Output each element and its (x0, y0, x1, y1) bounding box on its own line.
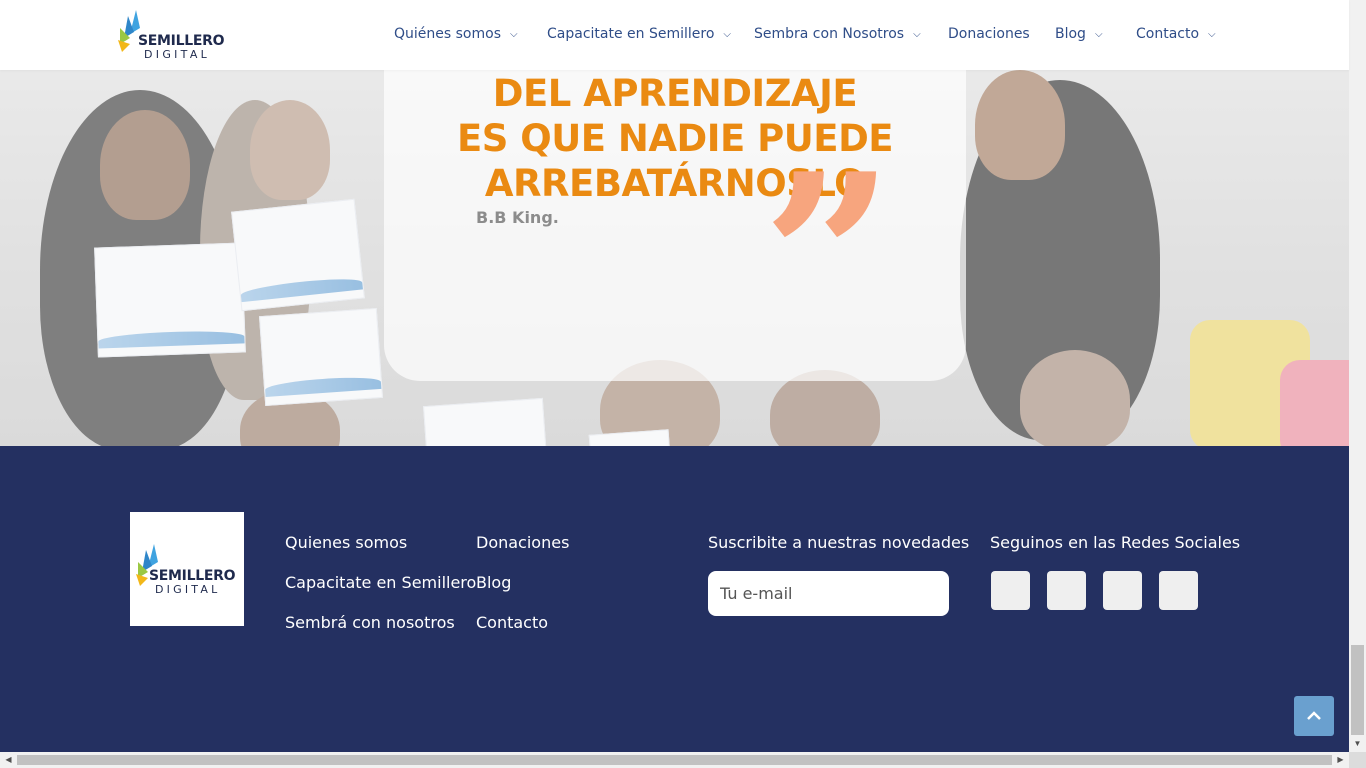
quote-card: DEL APRENDIZAJE ES QUE NADIE PUEDE ARREB… (384, 70, 966, 381)
social-icon-3[interactable] (1103, 571, 1142, 610)
footer-link-sembra[interactable]: Sembrá con nosotros (285, 613, 455, 632)
email-field[interactable] (708, 571, 949, 616)
nav-item-capacitate[interactable]: Capacitate en Semillero ⌵ (547, 24, 731, 44)
nav-label: Quiénes somos (394, 26, 501, 42)
hero-section: DEL APRENDIZAJE ES QUE NADIE PUEDE ARREB… (0, 70, 1349, 446)
nav-item-quienes-somos[interactable]: Quiénes somos ⌵ (394, 24, 518, 44)
footer-link-contacto[interactable]: Contacto (476, 613, 548, 632)
nav-label: Blog (1055, 26, 1086, 42)
social-icon-4[interactable] (1159, 571, 1198, 610)
logo-subtitle: DIGITAL (144, 48, 211, 61)
nav-label: Capacitate en Semillero (547, 26, 715, 42)
site-footer: SEMILLERO DIGITAL Quienes somos Capacita… (0, 446, 1349, 752)
footer-link-donaciones[interactable]: Donaciones (476, 533, 569, 552)
chevron-down-icon: ⌵ (509, 28, 518, 40)
subscribe-heading: Suscribite a nuestras novedades (708, 533, 970, 552)
footer-logo[interactable]: SEMILLERO DIGITAL (130, 512, 244, 626)
footer-link-blog[interactable]: Blog (476, 573, 511, 592)
scroll-to-top-button[interactable] (1294, 696, 1334, 736)
nav-label: Sembra con Nosotros (754, 26, 905, 42)
semillero-logo[interactable]: SEMILLERO DIGITAL (116, 6, 226, 62)
quote-line-1: DEL APRENDIZAJE (492, 72, 858, 115)
nav-label: Donaciones (948, 26, 1030, 42)
horizontal-scrollbar-thumb[interactable] (17, 755, 1332, 765)
vertical-scrollbar-thumb[interactable] (1351, 645, 1364, 735)
chevron-down-icon: ⌵ (723, 28, 731, 40)
nav-item-sembra[interactable]: Sembra con Nosotros ⌵ (754, 24, 921, 44)
nav-item-donaciones[interactable]: Donaciones (948, 24, 1030, 44)
nav-item-contacto[interactable]: Contacto ⌵ (1136, 24, 1216, 44)
vertical-scrollbar[interactable] (1349, 0, 1366, 752)
social-heading: Seguinos en las Redes Sociales (990, 533, 1241, 552)
chevron-down-icon: ⌵ (1208, 28, 1216, 40)
scroll-left-arrow-icon[interactable]: ◀ (0, 752, 17, 768)
nav-label: Contacto (1136, 26, 1200, 42)
social-icon-2[interactable] (1047, 571, 1086, 610)
quote-mark-icon: ” (762, 124, 895, 394)
footer-logo-title: SEMILLERO (149, 568, 236, 584)
scroll-right-arrow-icon[interactable]: ▶ (1332, 752, 1349, 768)
chevron-down-icon: ⌵ (1094, 28, 1103, 40)
footer-link-quienes-somos[interactable]: Quienes somos (285, 533, 407, 552)
scroll-down-arrow-icon[interactable]: ▼ (1351, 738, 1364, 750)
nav-item-blog[interactable]: Blog ⌵ (1055, 24, 1103, 44)
quote-author: B.B King. (476, 208, 559, 227)
footer-logo-subtitle: DIGITAL (155, 583, 221, 596)
logo-title: SEMILLERO (138, 33, 225, 49)
chevron-down-icon: ⌵ (913, 28, 921, 40)
social-icon-1[interactable] (991, 571, 1030, 610)
chevron-up-icon (1307, 711, 1321, 720)
site-header: SEMILLERO DIGITAL Quiénes somos ⌵ Capacit… (0, 0, 1349, 70)
footer-link-capacitate[interactable]: Capacitate en Semillero (285, 573, 476, 592)
